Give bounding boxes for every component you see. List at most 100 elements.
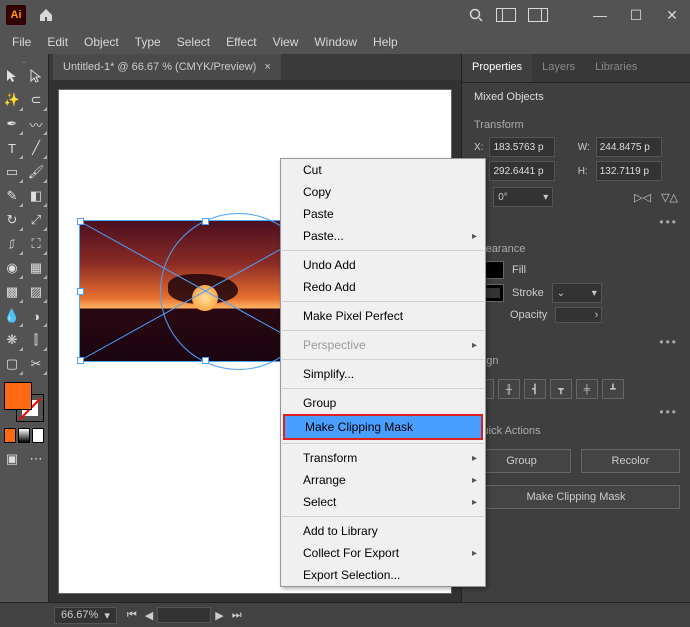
x-input[interactable] [489,137,555,157]
nav-prev-icon[interactable]: ◀ [141,609,157,622]
nav-next-icon[interactable]: ▶ [211,609,227,622]
ctx-collect-export[interactable]: Collect For Export [281,542,485,564]
menu-select[interactable]: Select [169,35,218,49]
tab-close-icon[interactable]: × [264,61,270,73]
nav-first-icon[interactable]: ⏮ [123,609,141,622]
w-input[interactable] [596,137,662,157]
artboard-tool-icon[interactable]: ▢ [0,352,24,376]
ctx-pixel-perfect[interactable]: Make Pixel Perfect [281,305,485,327]
lasso-tool-icon[interactable]: ⊂ [24,88,48,112]
symbol-sprayer-tool-icon[interactable]: ❋ [0,328,24,352]
qa-recolor-button[interactable]: Recolor [581,449,680,473]
ctx-redo[interactable]: Redo Add [281,276,485,298]
y-input[interactable] [489,161,555,181]
more-options-icon-2[interactable]: ••• [462,335,690,355]
status-bar: 66.67%▾ ⏮ ◀ ▶ ⏭ [0,602,690,627]
color-mode-icon[interactable] [4,428,16,443]
align-right-icon[interactable]: ┫ [524,379,546,399]
ctx-add-library[interactable]: Add to Library [281,520,485,542]
tab-libraries[interactable]: Libraries [585,54,647,82]
graph-tool-icon[interactable]: ⫿ [24,328,48,352]
selection-tool-icon[interactable] [0,64,24,88]
fill-stroke-control[interactable] [4,382,44,422]
slice-tool-icon[interactable]: ✂ [24,352,48,376]
flip-vertical-icon[interactable]: ▽△ [661,191,678,204]
curvature-tool-icon[interactable]: 〰 [24,112,48,136]
gradient-mode-icon[interactable] [18,428,30,443]
menu-type[interactable]: Type [127,35,169,49]
ctx-undo[interactable]: Undo Add [281,254,485,276]
ctx-paste[interactable]: Paste [281,203,485,225]
edit-toolbar-icon[interactable]: ⋯ [24,447,48,471]
ctx-cut[interactable]: Cut [281,159,485,181]
minimize-button[interactable]: — [588,7,612,23]
align-center-v-icon[interactable]: ╪ [576,379,598,399]
zoom-value: 66.67% [61,609,98,621]
ctx-perspective[interactable]: Perspective [281,334,485,356]
workspace-layout-icon[interactable] [496,8,516,22]
direct-selection-tool-icon[interactable] [24,64,48,88]
zoom-dropdown[interactable]: 66.67%▾ [54,607,117,624]
shaper-tool-icon[interactable]: ✎ [0,184,24,208]
fill-swatch[interactable] [4,382,32,410]
ctx-simplify[interactable]: Simplify... [281,363,485,385]
maximize-button[interactable]: ☐ [624,7,648,24]
eraser-tool-icon[interactable]: ◧ [24,184,48,208]
gradient-tool-icon[interactable]: ▨ [24,280,48,304]
more-options-icon-3[interactable]: ••• [462,405,690,425]
align-top-icon[interactable]: ┳ [550,379,572,399]
artboard-nav-dropdown[interactable] [157,607,211,623]
qa-clipping-mask-button[interactable]: Make Clipping Mask [472,485,680,509]
qa-group-button[interactable]: Group [472,449,571,473]
menu-object[interactable]: Object [76,35,127,49]
brush-tool-icon[interactable]: 🖌 [24,160,48,184]
eyedropper-tool-icon[interactable]: 💧 [0,304,24,328]
stroke-weight-dropdown[interactable]: ⌄▾ [552,283,602,303]
more-options-icon[interactable]: ••• [462,215,690,235]
tab-layers[interactable]: Layers [532,54,585,82]
ctx-export-selection[interactable]: Export Selection... [281,564,485,586]
h-input[interactable] [596,161,662,181]
ctx-transform[interactable]: Transform [281,447,485,469]
type-tool-icon[interactable]: T [0,136,24,160]
free-transform-tool-icon[interactable]: ⛶ [24,232,48,256]
flip-horizontal-icon[interactable]: ▷◁ [634,191,651,204]
ctx-copy[interactable]: Copy [281,181,485,203]
rectangle-tool-icon[interactable]: ▭ [0,160,24,184]
menu-file[interactable]: File [4,35,39,49]
menu-edit[interactable]: Edit [39,35,76,49]
document-tab[interactable]: Untitled-1* @ 66.67 % (CMYK/Preview) × [53,54,281,80]
tab-properties[interactable]: Properties [462,54,532,82]
search-icon[interactable] [468,7,484,23]
screen-mode-icon[interactable]: ▣ [0,447,24,471]
menu-window[interactable]: Window [306,35,365,49]
perspective-tool-icon[interactable]: ▦ [24,256,48,280]
pen-tool-icon[interactable]: ✒ [0,112,24,136]
menu-help[interactable]: Help [365,35,406,49]
width-tool-icon[interactable]: ⎎ [0,232,24,256]
align-center-h-icon[interactable]: ╫ [498,379,520,399]
menu-view[interactable]: View [265,35,307,49]
arrange-documents-icon[interactable] [528,8,548,22]
home-icon[interactable] [38,7,54,23]
nav-last-icon[interactable]: ⏭ [228,609,246,622]
close-button[interactable]: ✕ [660,7,684,24]
line-tool-icon[interactable]: ╱ [24,136,48,160]
ctx-arrange[interactable]: Arrange [281,469,485,491]
blend-tool-icon[interactable]: ◑ [24,304,48,328]
menu-effect[interactable]: Effect [218,35,264,49]
shape-builder-tool-icon[interactable]: ◉ [0,256,24,280]
ctx-group[interactable]: Group [281,392,485,414]
none-mode-icon[interactable] [32,428,44,443]
ctx-select[interactable]: Select [281,491,485,513]
align-bottom-icon[interactable]: ┻ [602,379,624,399]
scale-tool-icon[interactable]: ⤢ [24,208,48,232]
rotate-tool-icon[interactable]: ↻ [0,208,24,232]
mesh-tool-icon[interactable]: ▩ [0,280,24,304]
magic-wand-tool-icon[interactable]: ✨ [0,88,24,112]
ctx-paste-special[interactable]: Paste... [281,225,485,247]
color-mode-row [0,428,48,443]
opacity-input[interactable]: › [555,307,602,323]
angle-dropdown[interactable]: 0°▾ [493,187,553,207]
ctx-make-clipping-mask[interactable]: Make Clipping Mask [283,414,483,440]
